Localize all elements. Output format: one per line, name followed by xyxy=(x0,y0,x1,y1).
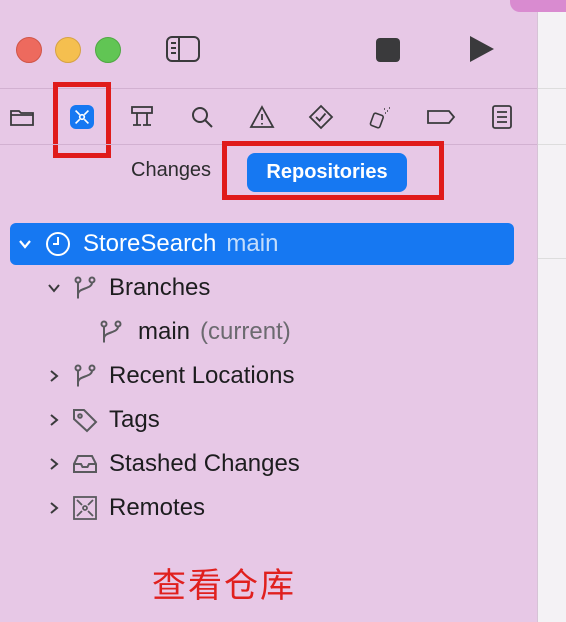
editor-row xyxy=(538,200,566,259)
report-list-icon[interactable] xyxy=(487,102,517,132)
repo-branch: main xyxy=(226,230,279,257)
clock-icon xyxy=(43,229,73,259)
search-icon[interactable] xyxy=(187,102,217,132)
branch-icon xyxy=(96,317,126,347)
play-icon[interactable] xyxy=(470,36,494,62)
zoom-button[interactable] xyxy=(95,37,121,63)
tree-row-recent-locations[interactable]: Recent Locations xyxy=(44,356,294,396)
editor-jump-bar xyxy=(538,144,566,200)
remote-icon xyxy=(70,493,100,523)
sidebar-left-icon[interactable] xyxy=(166,36,200,62)
stop-icon[interactable] xyxy=(376,38,400,62)
breakpoint-tag-icon[interactable] xyxy=(426,102,456,132)
desktop-edge xyxy=(510,0,566,12)
chevron-down-icon[interactable] xyxy=(15,234,35,254)
tree-row-branches[interactable]: Branches xyxy=(44,268,210,308)
minimize-button[interactable] xyxy=(55,37,81,63)
chevron-right-icon[interactable] xyxy=(44,366,64,386)
annotation-caption: 查看仓库 xyxy=(152,566,296,606)
chevron-right-icon[interactable] xyxy=(44,498,64,518)
remotes-label: Remotes xyxy=(109,494,206,521)
tags-label: Tags xyxy=(109,406,160,433)
recent-locations-label: Recent Locations xyxy=(109,362,295,389)
repo-name: StoreSearch xyxy=(83,230,217,257)
tree-row-stashed-changes[interactable]: Stashed Changes xyxy=(44,444,300,484)
tree-row-remotes[interactable]: Remotes xyxy=(44,488,205,528)
highlight-box-navigator xyxy=(53,82,111,158)
hierarchy-icon[interactable] xyxy=(127,102,157,132)
branch-main-label: main xyxy=(138,318,191,345)
editor-area xyxy=(537,0,566,622)
close-button[interactable] xyxy=(16,37,42,63)
debug-spray-icon[interactable] xyxy=(365,102,395,132)
chevron-right-icon[interactable] xyxy=(44,410,64,430)
branches-label: Branches xyxy=(109,274,211,301)
tab-changes[interactable]: Changes xyxy=(131,159,211,182)
editor-tab-bar xyxy=(538,88,566,145)
chevron-right-icon[interactable] xyxy=(44,454,64,474)
tree-row-tags[interactable]: Tags xyxy=(44,400,160,440)
stashed-changes-label: Stashed Changes xyxy=(109,450,300,477)
repo-row-storesearch[interactable]: StoreSearch main xyxy=(10,223,514,265)
chevron-down-icon[interactable] xyxy=(44,278,64,298)
current-branch-note: (current) xyxy=(200,318,291,345)
editor-toolbar xyxy=(538,0,566,89)
highlight-box-repositories xyxy=(222,141,444,200)
tag-icon xyxy=(70,405,100,435)
branch-icon xyxy=(70,273,100,303)
tree-row-branch-main[interactable]: main (current) xyxy=(96,312,291,352)
folder-icon[interactable] xyxy=(7,102,37,132)
warning-icon[interactable] xyxy=(247,102,277,132)
tray-icon xyxy=(70,449,100,479)
branch-icon xyxy=(70,361,100,391)
test-diamond-icon[interactable] xyxy=(306,102,336,132)
